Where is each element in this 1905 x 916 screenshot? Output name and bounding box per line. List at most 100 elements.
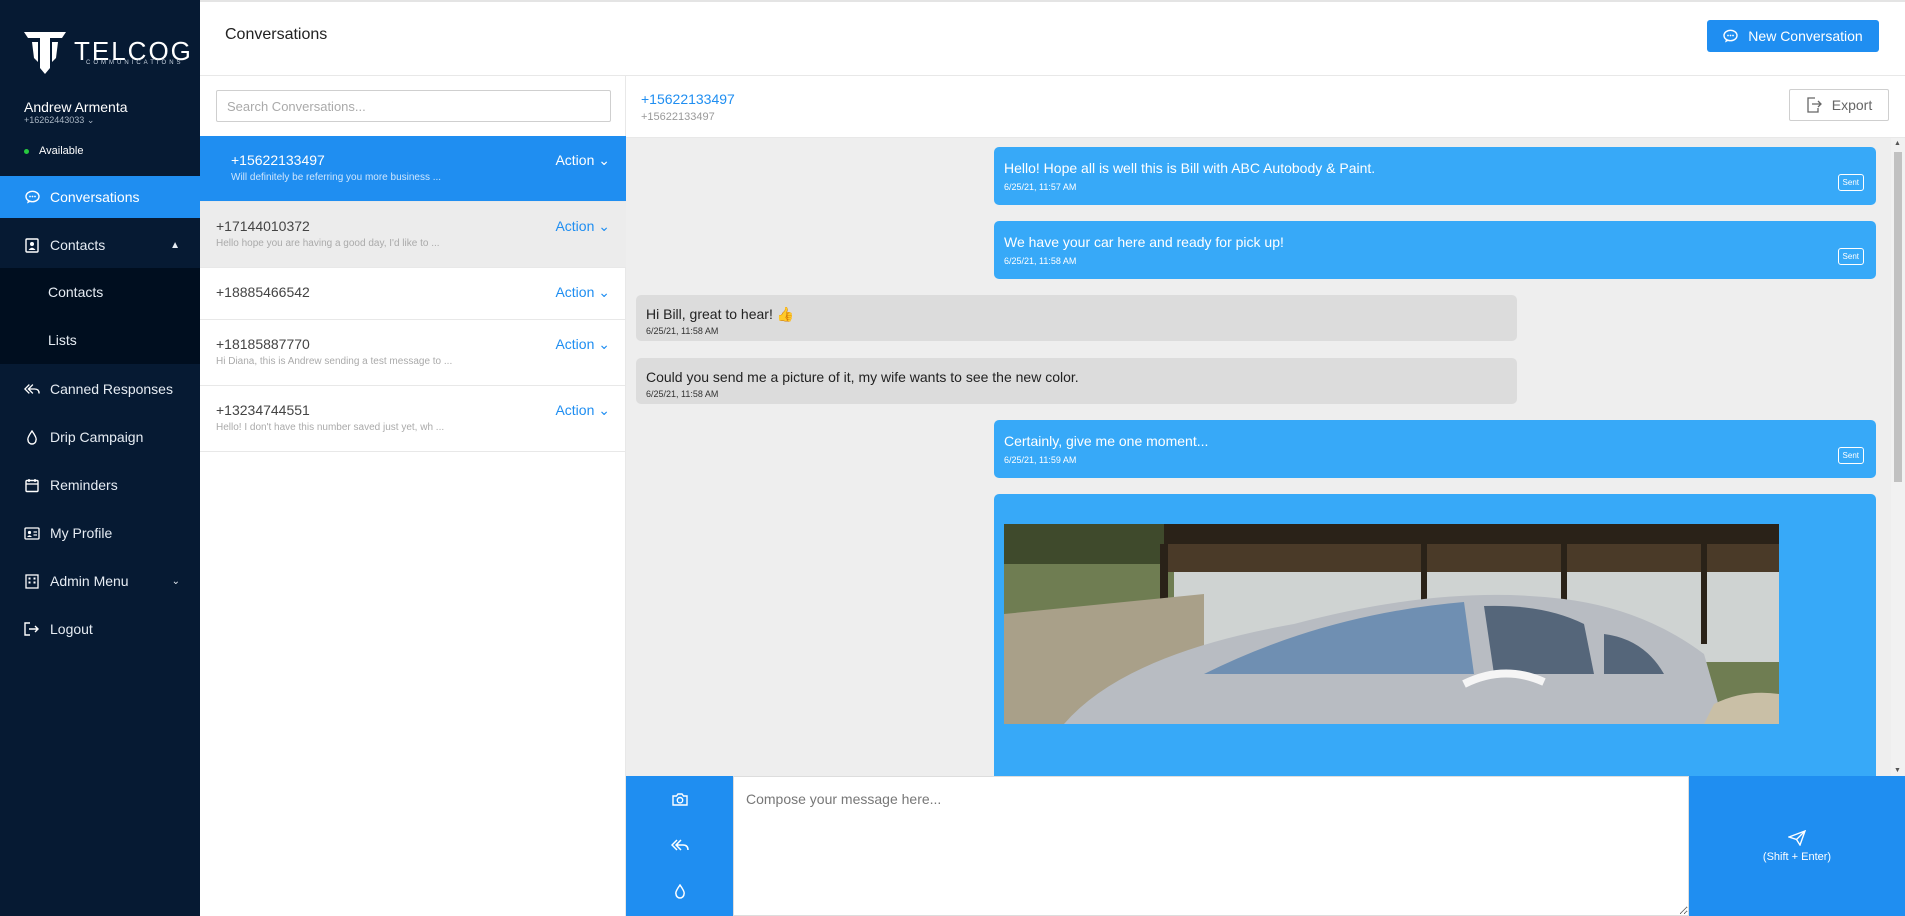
conversation-action-dropdown[interactable]: Action ⌄ — [555, 284, 610, 301]
new-conversation-label: New Conversation — [1748, 28, 1863, 44]
message-scrollbar[interactable]: ▲ ▼ — [1891, 138, 1905, 776]
address-book-icon — [24, 237, 40, 253]
logout-icon — [24, 621, 40, 637]
compose-message-input[interactable] — [733, 776, 1689, 916]
conversation-number: +13234744551 — [216, 402, 310, 418]
reply-all-icon — [24, 381, 40, 397]
message-text: We have your car here and ready for pick… — [1004, 234, 1284, 250]
composer-tools — [626, 776, 733, 916]
sidebar-item-label: My Profile — [50, 525, 113, 541]
sidebar-subitem-lists[interactable]: Lists — [0, 316, 200, 364]
conversation-action-dropdown[interactable]: Action ⌄ — [555, 336, 610, 353]
conversation-action-dropdown[interactable]: Action ⌄ — [555, 152, 610, 169]
message-outgoing-image — [994, 494, 1876, 776]
conversation-action-dropdown[interactable]: Action ⌄ — [555, 402, 610, 419]
action-label: Action — [555, 402, 595, 418]
sidebar-item-admin-menu[interactable]: Admin Menu ⌄ — [0, 560, 200, 602]
sent-badge: Sent — [1837, 248, 1864, 265]
message-text: Could you send me a picture of it, my wi… — [646, 369, 1079, 385]
conversation-action-dropdown[interactable]: Action ⌄ — [555, 218, 610, 235]
status-label: Available — [39, 145, 84, 157]
conversation-preview: Hi Diana, this is Andrew sending a test … — [216, 356, 453, 367]
chevron-down-icon: ⌄ — [598, 218, 610, 234]
search-conversations-input[interactable] — [216, 90, 611, 122]
conversation-preview: Hello hope you are having a good day, I'… — [216, 238, 440, 249]
send-shortcut-hint: (Shift + Enter) — [1762, 850, 1832, 863]
message-outgoing: Certainly, give me one moment... 6/25/21… — [994, 420, 1876, 478]
export-button[interactable]: Export — [1789, 89, 1889, 121]
chat-contact-number[interactable]: +15622133497 — [641, 91, 735, 107]
conversation-item[interactable]: +18185887770 Hi Diana, this is Andrew se… — [200, 320, 626, 386]
telcog-logo-icon — [24, 32, 66, 74]
user-phone: +16262443033 — [24, 115, 85, 125]
action-label: Action — [555, 284, 595, 300]
chevron-down-icon: ⌄ — [171, 575, 180, 587]
chat-bubble-icon — [24, 189, 40, 205]
sent-badge: Sent — [1837, 174, 1864, 191]
sidebar-item-label: Contacts — [48, 284, 104, 300]
user-status[interactable]: Available — [24, 145, 83, 157]
chevron-up-icon: ▲ — [170, 239, 180, 251]
conversation-item[interactable]: +17144010372 Hello hope you are having a… — [200, 202, 626, 268]
sidebar-item-conversations[interactable]: Conversations — [0, 176, 200, 218]
new-conversation-button[interactable]: New Conversation — [1707, 20, 1879, 52]
sidebar-item-label: Canned Responses — [50, 381, 173, 397]
brand-logo[interactable]: TELCOG — [22, 28, 193, 74]
sidebar-item-logout[interactable]: Logout — [0, 608, 200, 650]
sidebar-item-canned-responses[interactable]: Canned Responses — [0, 368, 200, 410]
scroll-up-arrow-icon[interactable]: ▲ — [1894, 140, 1901, 147]
attach-photo-button[interactable] — [626, 776, 733, 822]
paper-plane-icon — [1788, 829, 1806, 846]
sidebar-item-label: Logout — [50, 621, 93, 637]
id-card-icon — [24, 525, 40, 541]
message-timestamp: 6/25/21, 11:57 AM — [1004, 181, 1077, 192]
drip-campaign-button[interactable] — [626, 868, 733, 914]
building-icon — [24, 573, 40, 589]
sidebar-item-reminders[interactable]: Reminders — [0, 464, 200, 506]
camera-icon — [671, 793, 688, 806]
chevron-down-icon: ⌄ — [598, 336, 610, 352]
page-title: Conversations — [225, 26, 328, 43]
sidebar-item-contacts-group[interactable]: Contacts ▲ — [0, 224, 200, 266]
calendar-icon — [24, 477, 40, 493]
canned-responses-button[interactable] — [626, 822, 733, 868]
export-label: Export — [1831, 97, 1873, 113]
status-dot-icon — [24, 148, 29, 154]
chat-header: +15622133497 +15622133497 Export — [626, 76, 1905, 138]
conversation-item[interactable]: +15622133497 Will definitely be referrin… — [200, 136, 626, 202]
message-outgoing: Hello! Hope all is well this is Bill wit… — [994, 147, 1876, 205]
action-label: Action — [555, 336, 595, 352]
send-message-button[interactable]: (Shift + Enter) — [1689, 776, 1905, 916]
brand-tagline: COMMUNICATIONS — [86, 60, 184, 66]
conversation-preview: Will definitely be referring you more bu… — [231, 172, 442, 183]
attached-car-photo[interactable] — [1004, 524, 1779, 724]
sidebar-subitem-contacts[interactable]: Contacts — [0, 268, 200, 316]
sidebar-item-my-profile[interactable]: My Profile — [0, 512, 200, 554]
conversation-item[interactable]: +18885466542 Action ⌄ — [200, 268, 626, 320]
conversation-preview: Hello! I don't have this number saved ju… — [216, 422, 445, 433]
conversation-number: +18185887770 — [216, 336, 310, 352]
sidebar-item-label: Drip Campaign — [50, 429, 144, 445]
user-name: Andrew Armenta — [24, 99, 128, 115]
message-incoming: Could you send me a picture of it, my wi… — [636, 358, 1517, 404]
export-icon — [1807, 97, 1822, 113]
droplet-icon — [24, 429, 40, 445]
conversation-number: +17144010372 — [216, 218, 310, 234]
user-phone-selector[interactable]: +16262443033 ⌄ — [24, 115, 94, 126]
message-text: Hi Bill, great to hear! 👍 — [646, 306, 795, 322]
scroll-down-arrow-icon[interactable]: ▼ — [1894, 767, 1901, 774]
chat-contact-subnumber: +15622133497 — [641, 111, 715, 123]
chevron-down-icon: ⌄ — [86, 115, 95, 125]
conversation-item[interactable]: +13234744551 Hello! I don't have this nu… — [200, 386, 626, 452]
chevron-down-icon: ⌄ — [598, 152, 610, 168]
sidebar-item-drip-campaign[interactable]: Drip Campaign — [0, 416, 200, 458]
message-incoming: Hi Bill, great to hear! 👍 6/25/21, 11:58… — [636, 295, 1517, 341]
scrollbar-thumb[interactable] — [1894, 152, 1902, 482]
sidebar-item-label: Reminders — [50, 477, 118, 493]
action-label: Action — [555, 218, 595, 234]
car-photo-image — [1004, 524, 1779, 724]
chat-bubble-icon — [1723, 29, 1738, 43]
droplet-icon — [674, 883, 685, 899]
chevron-down-icon: ⌄ — [598, 284, 610, 300]
reply-all-icon — [670, 839, 689, 851]
